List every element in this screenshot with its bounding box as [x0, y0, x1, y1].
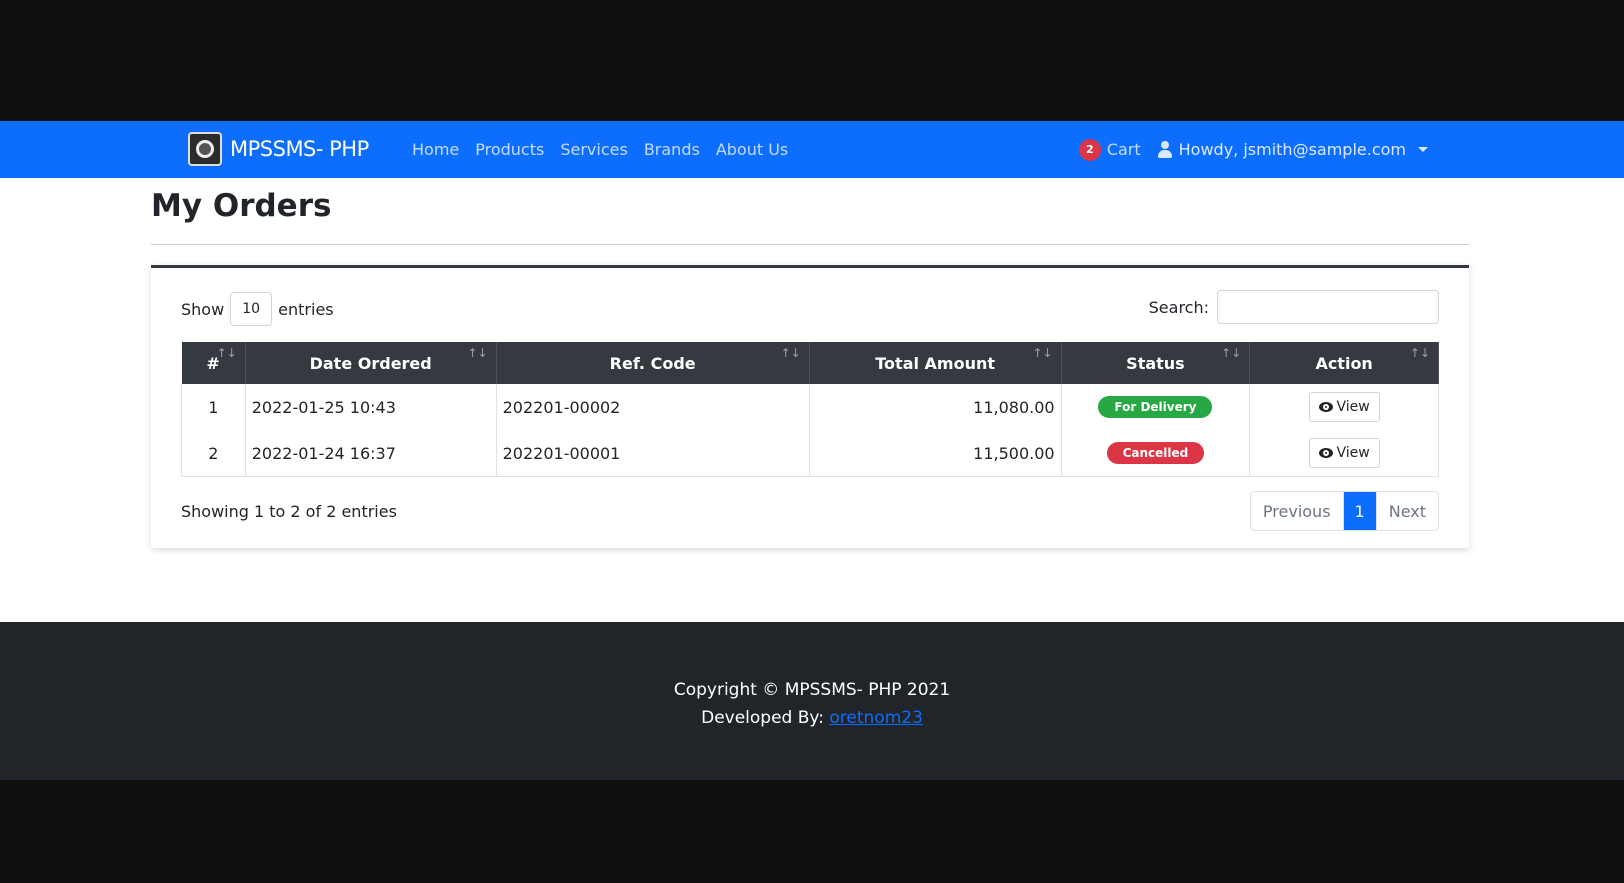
- nav-link-products[interactable]: Products: [475, 140, 544, 159]
- caret-down-icon: [1418, 147, 1428, 152]
- view-button[interactable]: View: [1308, 392, 1380, 422]
- footer-copyright: Copyright © MPSSMS- PHP 2021: [673, 680, 951, 700]
- orders-table: # ↑↓ Date Ordered ↑↓ Ref. Code ↑↓ Total Amo…: [181, 342, 1439, 477]
- previous-button[interactable]: Previous: [1251, 492, 1344, 530]
- status-badge: For Delivery: [1098, 396, 1213, 418]
- view-label: View: [1336, 399, 1370, 415]
- view-label: View: [1336, 445, 1370, 461]
- cell-action: View: [1249, 384, 1439, 430]
- brand-logo-icon: [188, 132, 222, 166]
- entries-select[interactable]: 10: [230, 292, 273, 326]
- header-num[interactable]: # ↑↓: [181, 342, 246, 384]
- cell-status: Cancelled: [1061, 430, 1251, 477]
- nav-link-about-us[interactable]: About Us: [716, 140, 788, 159]
- header-ref-code[interactable]: Ref. Code ↑↓: [496, 342, 810, 384]
- sort-icon: ↑↓: [780, 346, 801, 360]
- brand[interactable]: MPSSMS- PHP: [188, 129, 369, 169]
- show-entries: Show 10 entries: [181, 292, 334, 326]
- main-content: My Orders Show 10 entries Search: # ↑↓ Da…: [0, 178, 1624, 622]
- user-label: Howdy, jsmith@sample.com: [1178, 140, 1406, 159]
- cell-date: 2022-01-25 10:43: [245, 384, 497, 430]
- entries-label: entries: [278, 299, 334, 319]
- top-background: [0, 0, 1624, 121]
- title-divider: [151, 244, 1469, 245]
- page-1-button[interactable]: 1: [1343, 492, 1377, 530]
- developer-link[interactable]: oretnom23: [829, 708, 923, 728]
- bottom-background: [0, 780, 1624, 883]
- nav-link-services[interactable]: Services: [560, 140, 627, 159]
- sort-icon: ↑↓: [216, 346, 237, 360]
- cart-link[interactable]: 2 Cart: [1078, 138, 1141, 161]
- status-badge: Cancelled: [1106, 442, 1205, 464]
- footer-developed-by: Developed By: oretnom23: [0, 708, 1624, 728]
- eye-icon: [1318, 448, 1333, 458]
- cell-num: 1: [181, 384, 246, 430]
- show-label: Show: [181, 299, 225, 319]
- nav-link-home[interactable]: Home: [412, 140, 459, 159]
- cell-ref: 202201-00002: [496, 384, 810, 430]
- cell-amount: 11,080.00: [809, 384, 1062, 430]
- search-input[interactable]: [1217, 290, 1439, 324]
- view-button[interactable]: View: [1308, 438, 1380, 468]
- developed-by-label: Developed By:: [701, 708, 824, 728]
- cell-action: View: [1249, 430, 1439, 477]
- orders-card: Show 10 entries Search: # ↑↓ Date Ordered…: [151, 265, 1469, 548]
- cart-label: Cart: [1106, 140, 1141, 159]
- table-row: 1 2022-01-25 10:43 202201-00002 11,080.0…: [181, 384, 1439, 430]
- cell-amount: 11,500.00: [809, 430, 1062, 477]
- header-action[interactable]: Action ↑↓: [1249, 342, 1439, 384]
- nav-right: 2 Cart Howdy, jsmith@sample.com: [1078, 121, 1428, 178]
- search-label: Search:: [1148, 297, 1209, 317]
- nav-link-brands[interactable]: Brands: [644, 140, 700, 159]
- cart-count-badge: 2: [1078, 138, 1101, 161]
- footer: Copyright © MPSSMS- PHP 2021 Developed B…: [0, 622, 1624, 780]
- cell-date: 2022-01-24 16:37: [245, 430, 497, 477]
- page-title: My Orders: [151, 188, 332, 224]
- cell-status: For Delivery: [1061, 384, 1251, 430]
- user-dropdown[interactable]: Howdy, jsmith@sample.com: [1157, 140, 1428, 159]
- sort-icon: ↑↓: [1409, 346, 1430, 360]
- showing-info: Showing 1 to 2 of 2 entries: [181, 502, 397, 521]
- pagination: Previous 1 Next: [1249, 491, 1439, 531]
- user-icon: [1157, 140, 1173, 159]
- cell-num: 2: [181, 430, 246, 477]
- sort-icon: ↑↓: [1221, 346, 1242, 360]
- header-date-ordered[interactable]: Date Ordered ↑↓: [245, 342, 497, 384]
- nav-links: Home Products Services Brands About Us: [412, 121, 788, 178]
- table-row: 2 2022-01-24 16:37 202201-00001 11,500.0…: [181, 430, 1439, 477]
- brand-name: MPSSMS- PHP: [230, 137, 369, 161]
- next-button[interactable]: Next: [1377, 492, 1438, 530]
- eye-icon: [1318, 402, 1333, 412]
- header-status[interactable]: Status ↑↓: [1061, 342, 1251, 384]
- sort-icon: ↑↓: [1032, 346, 1053, 360]
- sort-icon: ↑↓: [467, 346, 488, 360]
- header-total-amount[interactable]: Total Amount ↑↓: [809, 342, 1062, 384]
- search-wrap: Search:: [1149, 290, 1439, 324]
- cell-ref: 202201-00001: [496, 430, 810, 477]
- navbar: MPSSMS- PHP Home Products Services Brand…: [0, 121, 1624, 178]
